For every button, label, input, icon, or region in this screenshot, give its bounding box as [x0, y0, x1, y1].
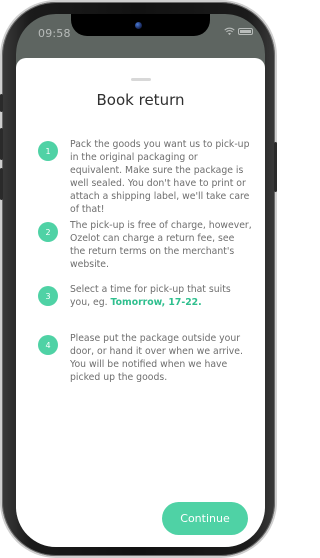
- volume-down-button: [0, 168, 3, 200]
- continue-button[interactable]: Continue: [162, 502, 248, 535]
- status-time: 09:58: [38, 27, 71, 40]
- screen: 09:58 Book return 1 Pack the goods you w…: [16, 14, 265, 547]
- mute-switch: [0, 94, 3, 112]
- sheet-title: Book return: [96, 91, 185, 109]
- status-bar: 09:58: [16, 14, 265, 50]
- step-text: The pick-up is free of charge, however, …: [70, 220, 252, 270]
- battery-icon: [238, 28, 253, 35]
- step-number-badge: 2: [38, 222, 58, 242]
- sheet-grabber[interactable]: [131, 78, 151, 81]
- step-number-badge: 1: [38, 141, 58, 161]
- wifi-icon: [224, 27, 235, 36]
- step-number-badge: 3: [38, 286, 58, 306]
- camera-icon: [135, 22, 142, 29]
- volume-up-button: [0, 128, 3, 160]
- step-text: Pack the goods you want us to pick-up in…: [70, 139, 250, 215]
- step-text: Select a time for pick-up that suits you…: [70, 283, 252, 309]
- step-number-badge: 4: [38, 335, 58, 355]
- power-button: [274, 142, 277, 192]
- step-text: Please put the package outside your door…: [70, 333, 243, 383]
- book-return-sheet: Book return 1 Pack the goods you want us…: [16, 58, 265, 547]
- pickup-time-highlight: Tomorrow, 17-22.: [110, 297, 202, 308]
- phone-frame: 09:58 Book return 1 Pack the goods you w…: [0, 2, 277, 556]
